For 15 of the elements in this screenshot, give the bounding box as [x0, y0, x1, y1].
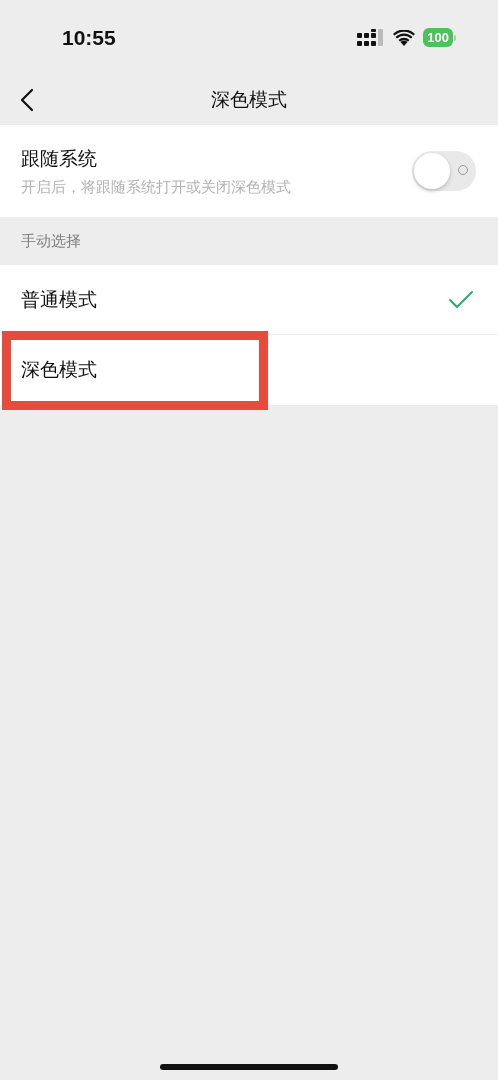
option-label: 普通模式 [21, 286, 97, 312]
checkmark-icon [448, 289, 474, 310]
section-header: 手动选择 [20, 230, 82, 252]
option-row[interactable]: 普通模式 [0, 265, 498, 335]
option-row[interactable]: 深色模式 [0, 335, 498, 405]
page-title: 深色模式 [211, 87, 287, 112]
wifi-icon [393, 29, 416, 46]
battery-level: 100 [423, 28, 453, 47]
option-label: 深色模式 [21, 357, 97, 382]
setting-label: 跟随系统 [21, 145, 98, 171]
signal-icon [357, 28, 386, 47]
toggle-switch[interactable] [412, 151, 476, 191]
status-time: 10:55 [62, 25, 116, 50]
setting-description: 开启后，将跟随系统打开或关闭深色模式 [21, 177, 291, 197]
back-icon [20, 88, 34, 112]
